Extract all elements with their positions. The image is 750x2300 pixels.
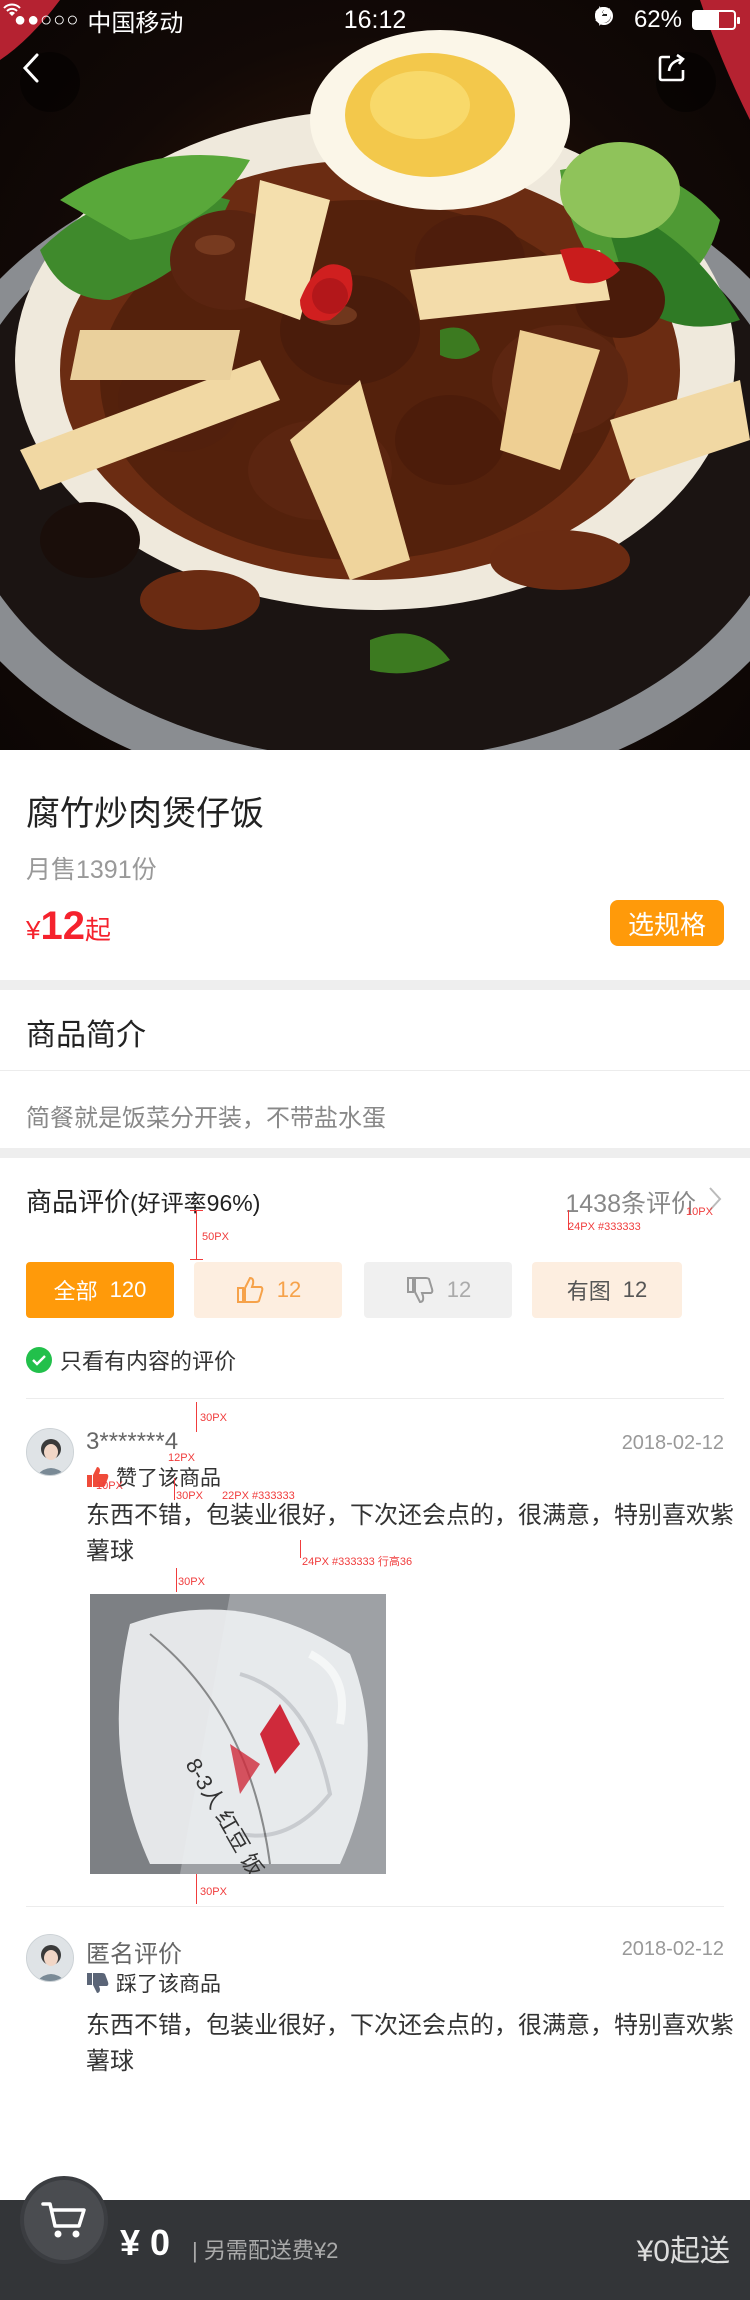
review-action-label: 赞了该商品 [116,1467,221,1490]
annotation-line [300,1540,301,1558]
review-action-label: 踩了该商品 [116,1973,221,1996]
delivery-fee: | 另需配送费¥2 [192,2238,339,2263]
intro-heading: 商品简介 [26,1019,146,1052]
back-button[interactable] [20,52,80,112]
product-info: 腐竹炒肉煲仔饭 月售1391份 ¥12起 选规格 [0,750,750,980]
filter-images-label: 有图 [566,1279,611,1304]
annotation-line [196,1402,197,1432]
reviewer-name: 3*******4 [86,1428,179,1455]
monthly-sales: 月售1391份 [26,856,157,884]
review-text: 东西不错，包装业很好，下次还会点的，很满意，特别喜欢紫薯球 [86,2012,734,2075]
review-date: 2018-02-12 [621,1938,724,1960]
review-separator [26,1398,724,1399]
reviews-heading: 商品评价(好评率96%) [26,1182,260,1219]
annotation-line [176,1568,177,1592]
filter-images-count: 12 [622,1277,648,1302]
cart-button[interactable] [20,2176,108,2264]
review-text: 东西不错，包装业很好，下次还会点的，很满意，特别喜欢紫薯球 [86,1502,734,1565]
annotation-label: 22PX #333333 [222,1490,295,1502]
price-value: 12 [40,904,85,948]
check-circle-icon [26,1347,52,1373]
share-button[interactable] [656,52,716,112]
section-divider [0,1148,750,1158]
review-item: 3*******4 2018-02-12 赞了该商品 东西不错，包装业很好，下次… [26,1428,734,1898]
clay-pot-rice-illustration [0,0,750,750]
review-separator [26,1906,724,1907]
cart-icon [41,2202,86,2238]
annotation-label: 10PX [96,1480,123,1492]
annotation-label: 30PX [178,1576,205,1588]
product-price: ¥12起 [26,904,111,949]
annotation-label: 30PX [200,1412,227,1424]
filter-all-label: 全部 [53,1279,98,1304]
annotation-label: 30PX [200,1886,227,1898]
annotation-line [190,1259,203,1260]
share-icon [658,53,685,82]
annotation-line [174,1478,175,1500]
review-date: 2018-02-12 [621,1432,724,1454]
battery-percent: 62% [633,6,682,33]
price-suffix: 起 [84,915,111,945]
price-currency: ¥ [26,915,41,945]
product-hero-image: ●●○○○ 中国移动 16:12 62% [0,0,750,750]
annotation-label: 10PX [686,1206,713,1218]
annotation-label: 24PX #333333 [568,1221,641,1233]
battery-icon [692,10,740,30]
thumbs-down-icon [406,1277,434,1304]
avatar [26,1428,74,1476]
page: ●●○○○ 中国移动 16:12 62% 腐竹炒肉煲仔饭 月售1391份 ¥12… [0,0,750,2300]
filter-with-images[interactable]: 有图 12 [532,1262,682,1318]
annotation-label: 12PX [168,1452,195,1464]
status-bar: ●●○○○ 中国移动 16:12 62% [0,0,750,40]
minimum-order[interactable]: ¥0起送 [637,2226,730,2270]
filter-positive-count: 12 [276,1277,302,1302]
annotation-label: 50PX [202,1231,229,1243]
reviewer-name: 匿名评价 [86,1941,182,1968]
avatar [26,1934,74,1982]
back-chevron-icon [22,53,39,83]
only-content-label: 只看有内容的评价 [60,1349,237,1374]
product-title: 腐竹炒肉煲仔饭 [26,795,264,833]
filter-all-count: 120 [109,1277,147,1302]
review-item: 匿名评价 2018-02-12 踩了该商品 东西不错，包装业很好，下次还会点的，… [26,1934,734,2084]
review-count-link[interactable]: 1438条评价 [565,1184,696,1220]
annotation-label: 30PX [176,1490,203,1502]
only-content-toggle[interactable]: 只看有内容的评价 [26,1344,236,1376]
intro-line [0,1070,750,1071]
reviews-heading-label: 商品评价 [26,1187,131,1217]
review-photo-image: 8-3人 红豆 饭 [90,1594,386,1874]
filter-negative[interactable]: 12 [364,1262,512,1318]
thumbs-down-icon [87,1973,109,1993]
filter-all[interactable]: 全部 120 [26,1262,174,1318]
section-divider [0,980,750,990]
review-photo[interactable]: 8-3人 红豆 饭 [90,1594,386,1874]
thumbs-up-icon [236,1276,264,1303]
annotation-line [196,1874,197,1904]
intro-text: 简餐就是饭菜分开装，不带盐水蛋 [26,1105,386,1132]
annotation-label: 24PX #333333 行高36 [302,1556,413,1568]
select-spec-button[interactable]: 选规格 [610,900,724,946]
annotation-line [190,1210,203,1211]
filter-positive[interactable]: 12 [194,1262,342,1318]
cart-total: ¥ 0 [120,2222,171,2263]
annotation-line [196,1210,197,1260]
review-action: 踩了该商品 [86,1968,221,1998]
filter-negative-count: 12 [446,1277,472,1302]
